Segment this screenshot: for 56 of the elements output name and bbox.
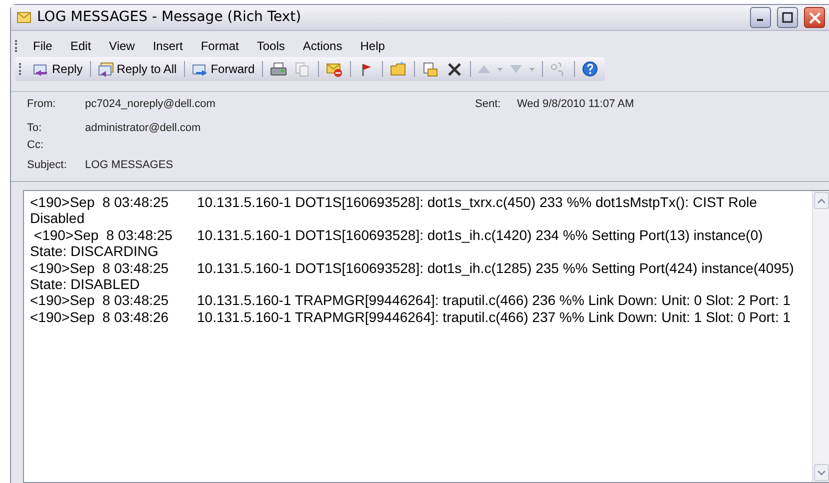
maximize-button[interactable] [777,7,798,28]
up-arrow-icon [478,65,490,73]
folder-icon [390,60,407,78]
log-timestamp: <190>Sep 8 03:48:26 [30,308,170,326]
log-message: 10.131.5.160-1 DOT1S[160693528]: dot1s_ih.c(1420) 234 %% Setting Port(13) instance(0) [197,226,763,244]
delete-icon [446,60,463,78]
toolbar-button[interactable]: Reply [31,59,85,79]
field-label: Sent: [475,97,502,112]
menu-item[interactable]: Tools [248,37,294,55]
sent-date: Wed 9/8/2010 11:07 AM [517,97,634,112]
scroll-down-icon[interactable] [814,464,829,481]
vertical-scrollbar[interactable] [812,191,829,482]
window-title: LOG MESSAGES - Message (Rich Text) [37,8,302,27]
menu-item[interactable]: Insert [144,37,192,55]
caret-icon [528,68,535,70]
log-message: 10.131.5.160-1 DOT1S[160693528]: dot1s_txrx.c(450) 233 %% dot1sMstpTx(): CIST Role [197,194,758,210]
log-message: State: DISCARDING [30,243,160,260]
printer-icon [270,60,287,78]
field-label: Subject: [27,158,68,172]
menu-item[interactable]: Help [351,37,394,55]
close-icon [808,12,820,24]
log-message: 10.131.5.160-1 DOT1S[160693528]: dot1s_ih.c(1285) 235 %% Setting Port(424) instance(4095) [197,260,794,276]
field-label: To: [27,120,43,136]
recipient-address: administrator@dell.com [85,120,201,136]
menu-item[interactable]: File [24,37,62,55]
paste-folder-icon [422,60,439,78]
reply-all-icon [98,60,115,78]
subject-text: LOG MESSAGES [85,158,174,172]
log-message: State: DISABLED [30,276,141,292]
toolbar-button[interactable]: Reply to All [96,59,179,79]
log-timestamp: <190>Sep 8 03:48:25 [30,292,170,309]
printer-button[interactable] [268,60,289,78]
close-button[interactable] [804,7,825,28]
caret-icon [496,68,503,70]
log-message: 10.131.5.160-1 TRAPMGR[99446264]: traputil.c(466) 236 %% Link Down: Unit: 0 Slot: 2 Port: 1 [197,292,791,309]
help-icon [582,60,599,78]
menu-item[interactable]: Actions [294,37,352,55]
toolbar-button[interactable]: Forward [190,59,257,79]
log-timestamp: <190>Sep 8 03:48:25 [30,194,170,210]
log-message: 10.131.5.160-1 TRAPMGR[99446264]: traputil.c(466) 237 %% Link Down: Unit: 1 Slot: 0 Port: 1 [197,308,791,326]
envelope-icon [17,12,31,23]
menu-item[interactable]: View [100,37,144,55]
copy-icon [294,60,311,78]
log-timestamp: <190>Sep 8 03:48:25 [32,226,174,244]
log-message: Disabled [30,210,86,227]
down-arrow-icon [510,65,522,73]
field-label: Cc: [27,138,44,153]
envelope-block-icon [326,60,343,78]
field-label: From: [27,97,57,112]
menu-item[interactable]: Format [192,37,248,55]
sender-address: pc7024_noreply@dell.com [85,97,216,112]
menu-item[interactable]: Edit [61,37,100,55]
minimize-button[interactable] [750,7,771,28]
maximize-icon [782,12,793,23]
log-timestamp: <190>Sep 8 03:48:25 [30,260,170,276]
scroll-up-icon[interactable] [814,192,829,209]
